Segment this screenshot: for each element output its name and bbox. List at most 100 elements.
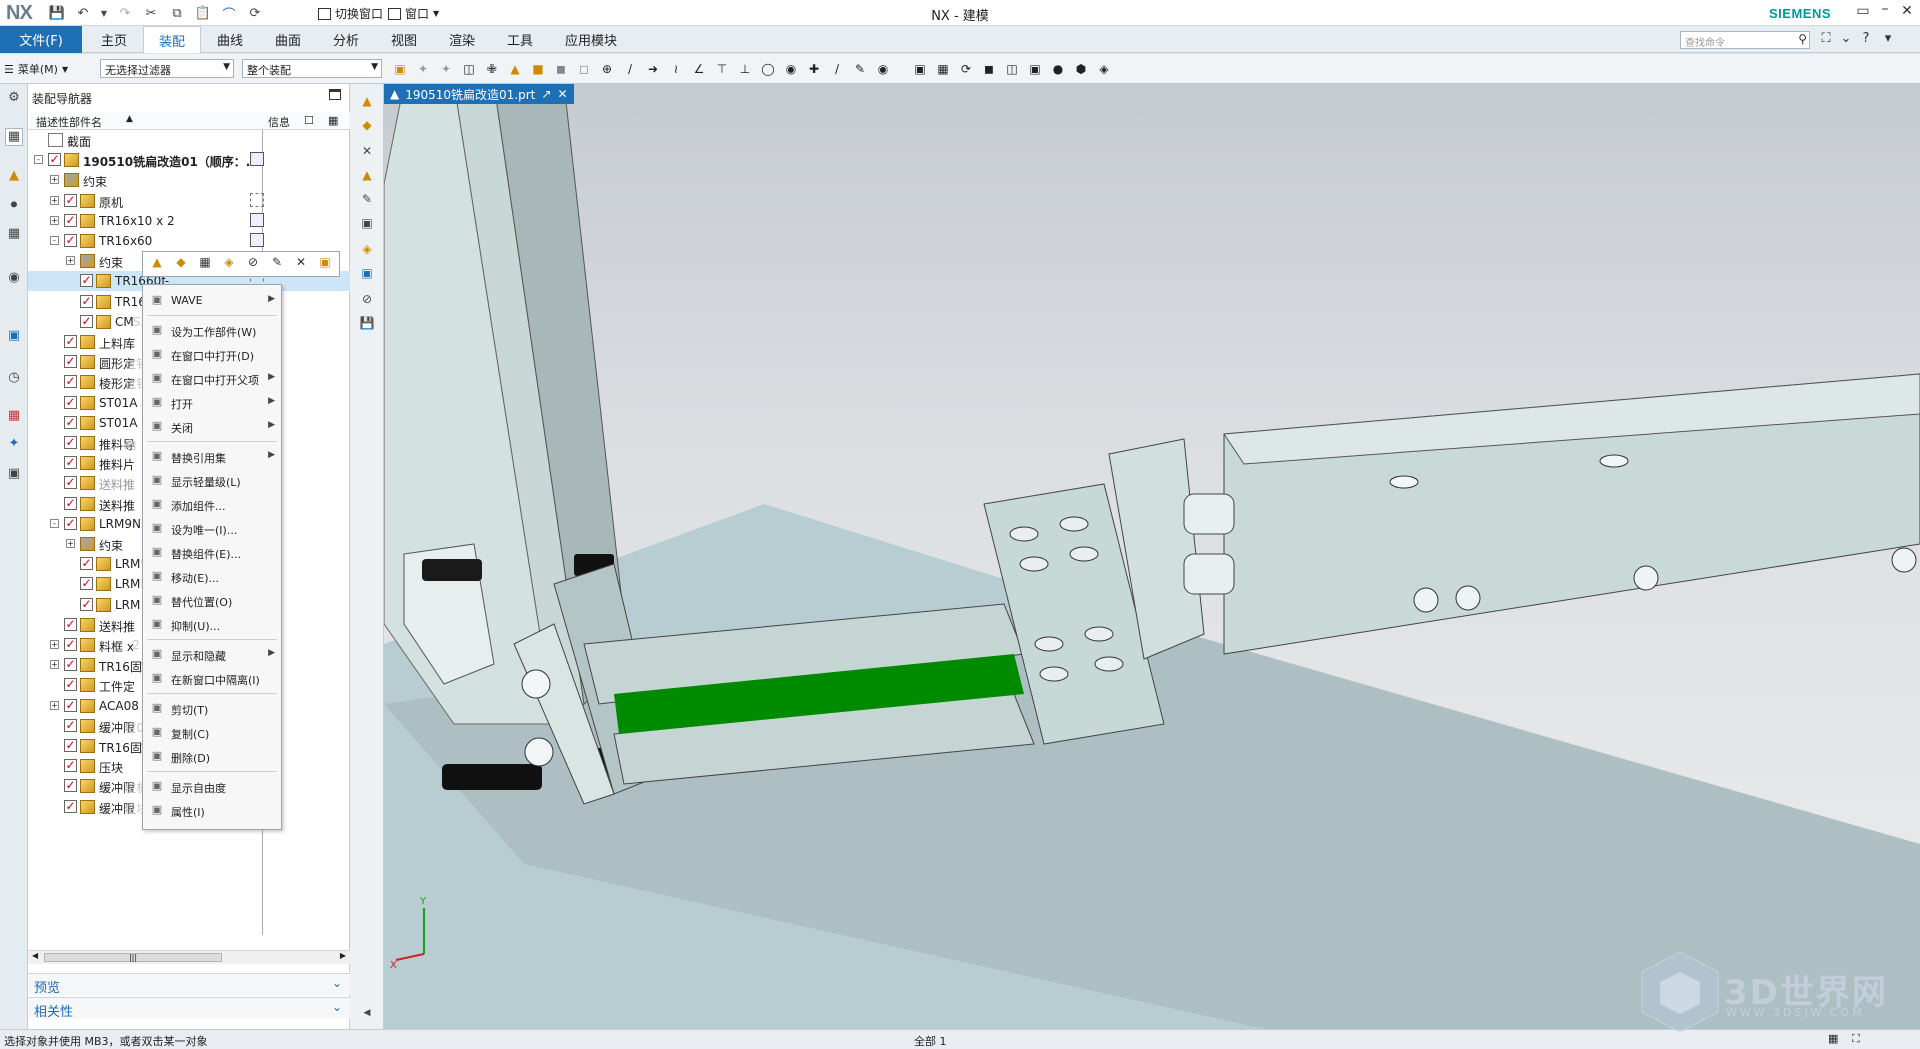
visibility-checkbox[interactable]: ✓: [48, 153, 61, 167]
snap-midpoint-icon[interactable]: ⊤: [712, 60, 732, 78]
maximize-icon[interactable]: [329, 89, 341, 100]
undo-dropdown-icon[interactable]: ▼: [100, 4, 108, 22]
window-menu-button[interactable]: 窗口 ▼: [388, 5, 439, 22]
select-solid-icon[interactable]: ◼: [551, 60, 571, 78]
visibility-checkbox[interactable]: ✓: [64, 638, 77, 651]
visibility-checkbox[interactable]: ✓: [64, 496, 77, 510]
copy-icon[interactable]: ⧉: [168, 4, 186, 22]
tab-analysis[interactable]: 分析: [320, 26, 372, 53]
snap-intersection-icon[interactable]: ✚: [804, 60, 824, 78]
select-sheet-icon[interactable]: ◻: [574, 60, 594, 78]
menu-item[interactable]: ▣ 在窗口中打开父项 ▶: [143, 367, 281, 391]
pattern-icon[interactable]: ▦: [195, 255, 215, 273]
minimize-icon[interactable]: –: [1874, 1, 1896, 17]
process-studio-icon[interactable]: ✦: [5, 436, 23, 454]
model-view[interactable]: Y X: [384, 84, 1920, 1029]
selection-scope-select[interactable]: 整个装配 ▼: [242, 59, 382, 78]
menu-item[interactable]: ▣ 在窗口中打开(D): [143, 343, 281, 367]
help-icon[interactable]: ?: [1858, 31, 1874, 46]
collapse-icon[interactable]: -: [50, 518, 59, 528]
collapse-icon[interactable]: -: [34, 155, 43, 165]
view-fit-icon[interactable]: ▦: [933, 60, 953, 78]
tab-tools[interactable]: 工具: [494, 26, 546, 53]
menu-item[interactable]: ▣ 替换引用集 ▶: [143, 445, 281, 469]
expand-icon[interactable]: +: [50, 660, 59, 670]
expand-icon[interactable]: +: [50, 175, 59, 185]
collapse-icon[interactable]: -: [50, 236, 59, 245]
ribbon-collapse-icon[interactable]: ⌄: [1838, 31, 1854, 46]
system-materials-icon[interactable]: ▦: [5, 408, 23, 426]
close-tab-icon[interactable]: ✕: [557, 87, 567, 101]
visibility-checkbox[interactable]: ✓: [64, 678, 77, 692]
visibility-checkbox[interactable]: ✓: [64, 617, 77, 631]
tab-surface[interactable]: 曲面: [262, 26, 314, 53]
scroll-left-icon[interactable]: ◀: [32, 951, 38, 960]
snap-center-icon[interactable]: ⊕: [597, 60, 617, 78]
grid-icon[interactable]: ▦: [1828, 1032, 1838, 1045]
menu-button[interactable]: ☰ 菜单(M) ▼: [4, 61, 68, 77]
visibility-checkbox[interactable]: ✓: [64, 456, 77, 470]
cut-icon[interactable]: ✂: [142, 4, 160, 22]
curve-icon[interactable]: ⌒: [220, 4, 238, 23]
expand-icon[interactable]: +: [50, 215, 59, 225]
visibility-checkbox[interactable]: ✓: [64, 355, 77, 369]
column-readonly-icon[interactable]: ☐: [304, 114, 314, 127]
menu-item[interactable]: ▣ 替代位置(O): [143, 589, 281, 613]
sort-ascending-icon[interactable]: ▲: [126, 114, 133, 124]
command-search-input[interactable]: 查找命令 ⚲: [1680, 31, 1810, 49]
select-feature-icon[interactable]: ✦: [413, 60, 433, 78]
piston-rod[interactable]: [1183, 553, 1235, 595]
visibility-checkbox[interactable]: ✓: [80, 577, 93, 591]
snap-quadrant-icon[interactable]: ◉: [781, 60, 801, 78]
hide-icon[interactable]: ⊘: [243, 255, 263, 273]
visibility-checkbox[interactable]: ✓: [64, 658, 77, 672]
snap-bounded-icon[interactable]: ◉: [873, 60, 893, 78]
menu-item[interactable]: ▣ 关闭 ▶: [143, 415, 281, 439]
scrollbar-thumb[interactable]: |||: [44, 953, 222, 962]
dependencies-section[interactable]: 相关性 ⌄: [28, 997, 350, 1020]
visibility-checkbox[interactable]: ✓: [64, 516, 77, 530]
tab-assembly[interactable]: 装配: [143, 26, 201, 53]
tab-render[interactable]: 渲染: [436, 26, 488, 53]
component-pattern-icon[interactable]: ▲: [359, 168, 375, 184]
hd3d-tools-icon[interactable]: ▣: [5, 328, 23, 346]
collapse-left-icon[interactable]: ◀: [359, 1008, 375, 1024]
add-component-icon[interactable]: ▲: [147, 255, 167, 273]
part-navigator-icon[interactable]: ⚫: [5, 198, 23, 216]
snap-point-on-curve-icon[interactable]: ∕: [827, 60, 847, 78]
column-modified-icon[interactable]: ▦: [328, 114, 338, 127]
exploded-view-icon[interactable]: ▣: [359, 266, 375, 282]
menu-item[interactable]: ▣ 显示自由度: [143, 775, 281, 799]
menu-item[interactable]: ▣ 删除(D): [143, 745, 281, 769]
tree-row[interactable]: - ✓ TR16x60: [28, 231, 350, 251]
tab-curve[interactable]: 曲线: [204, 26, 256, 53]
view-orient-icon[interactable]: ◼: [979, 60, 999, 78]
select-edge-icon[interactable]: ✙: [482, 60, 502, 78]
menu-item[interactable]: ▣ WAVE ▶: [143, 289, 281, 313]
restore-icon[interactable]: ▭: [1852, 3, 1874, 19]
file-tab[interactable]: 文件(F): [0, 26, 82, 53]
hide-icon[interactable]: ⊘: [359, 292, 375, 308]
view-cube-icon[interactable]: ⬢: [1071, 60, 1091, 78]
visibility-checkbox[interactable]: ✓: [64, 718, 77, 732]
visibility-checkbox[interactable]: ✓: [64, 375, 77, 389]
mirror-icon[interactable]: ◈: [219, 255, 239, 273]
undock-icon[interactable]: ↗: [541, 87, 551, 101]
expand-icon[interactable]: +: [50, 195, 59, 205]
menu-item[interactable]: ▣ 属性(I): [143, 799, 281, 823]
visibility-checkbox[interactable]: ✓: [64, 335, 77, 348]
selection-filter-select[interactable]: 无选择过滤器 ▼: [100, 59, 234, 78]
roles-icon[interactable]: ▣: [5, 466, 23, 484]
tree-row[interactable]: + ✓ 原机: [28, 191, 350, 211]
visibility-checkbox[interactable]: ✓: [64, 799, 77, 813]
menu-item[interactable]: ▣ 剪切(T): [143, 697, 281, 721]
fullscreen-icon[interactable]: ⛶: [1818, 31, 1834, 46]
reuse-library-icon[interactable]: ▦: [5, 226, 23, 244]
view-toggle-icon[interactable]: ▣: [910, 60, 930, 78]
horizontal-scrollbar[interactable]: ◀ ||| ▶: [28, 950, 350, 964]
menu-item[interactable]: ▣ 显示轻量级(L): [143, 469, 281, 493]
clearance-icon[interactable]: ▣: [359, 216, 375, 232]
switch-window-button[interactable]: 切换窗口: [318, 5, 383, 22]
view-shade-icon[interactable]: ●: [1048, 60, 1068, 78]
visibility-checkbox[interactable]: ✓: [80, 557, 93, 571]
